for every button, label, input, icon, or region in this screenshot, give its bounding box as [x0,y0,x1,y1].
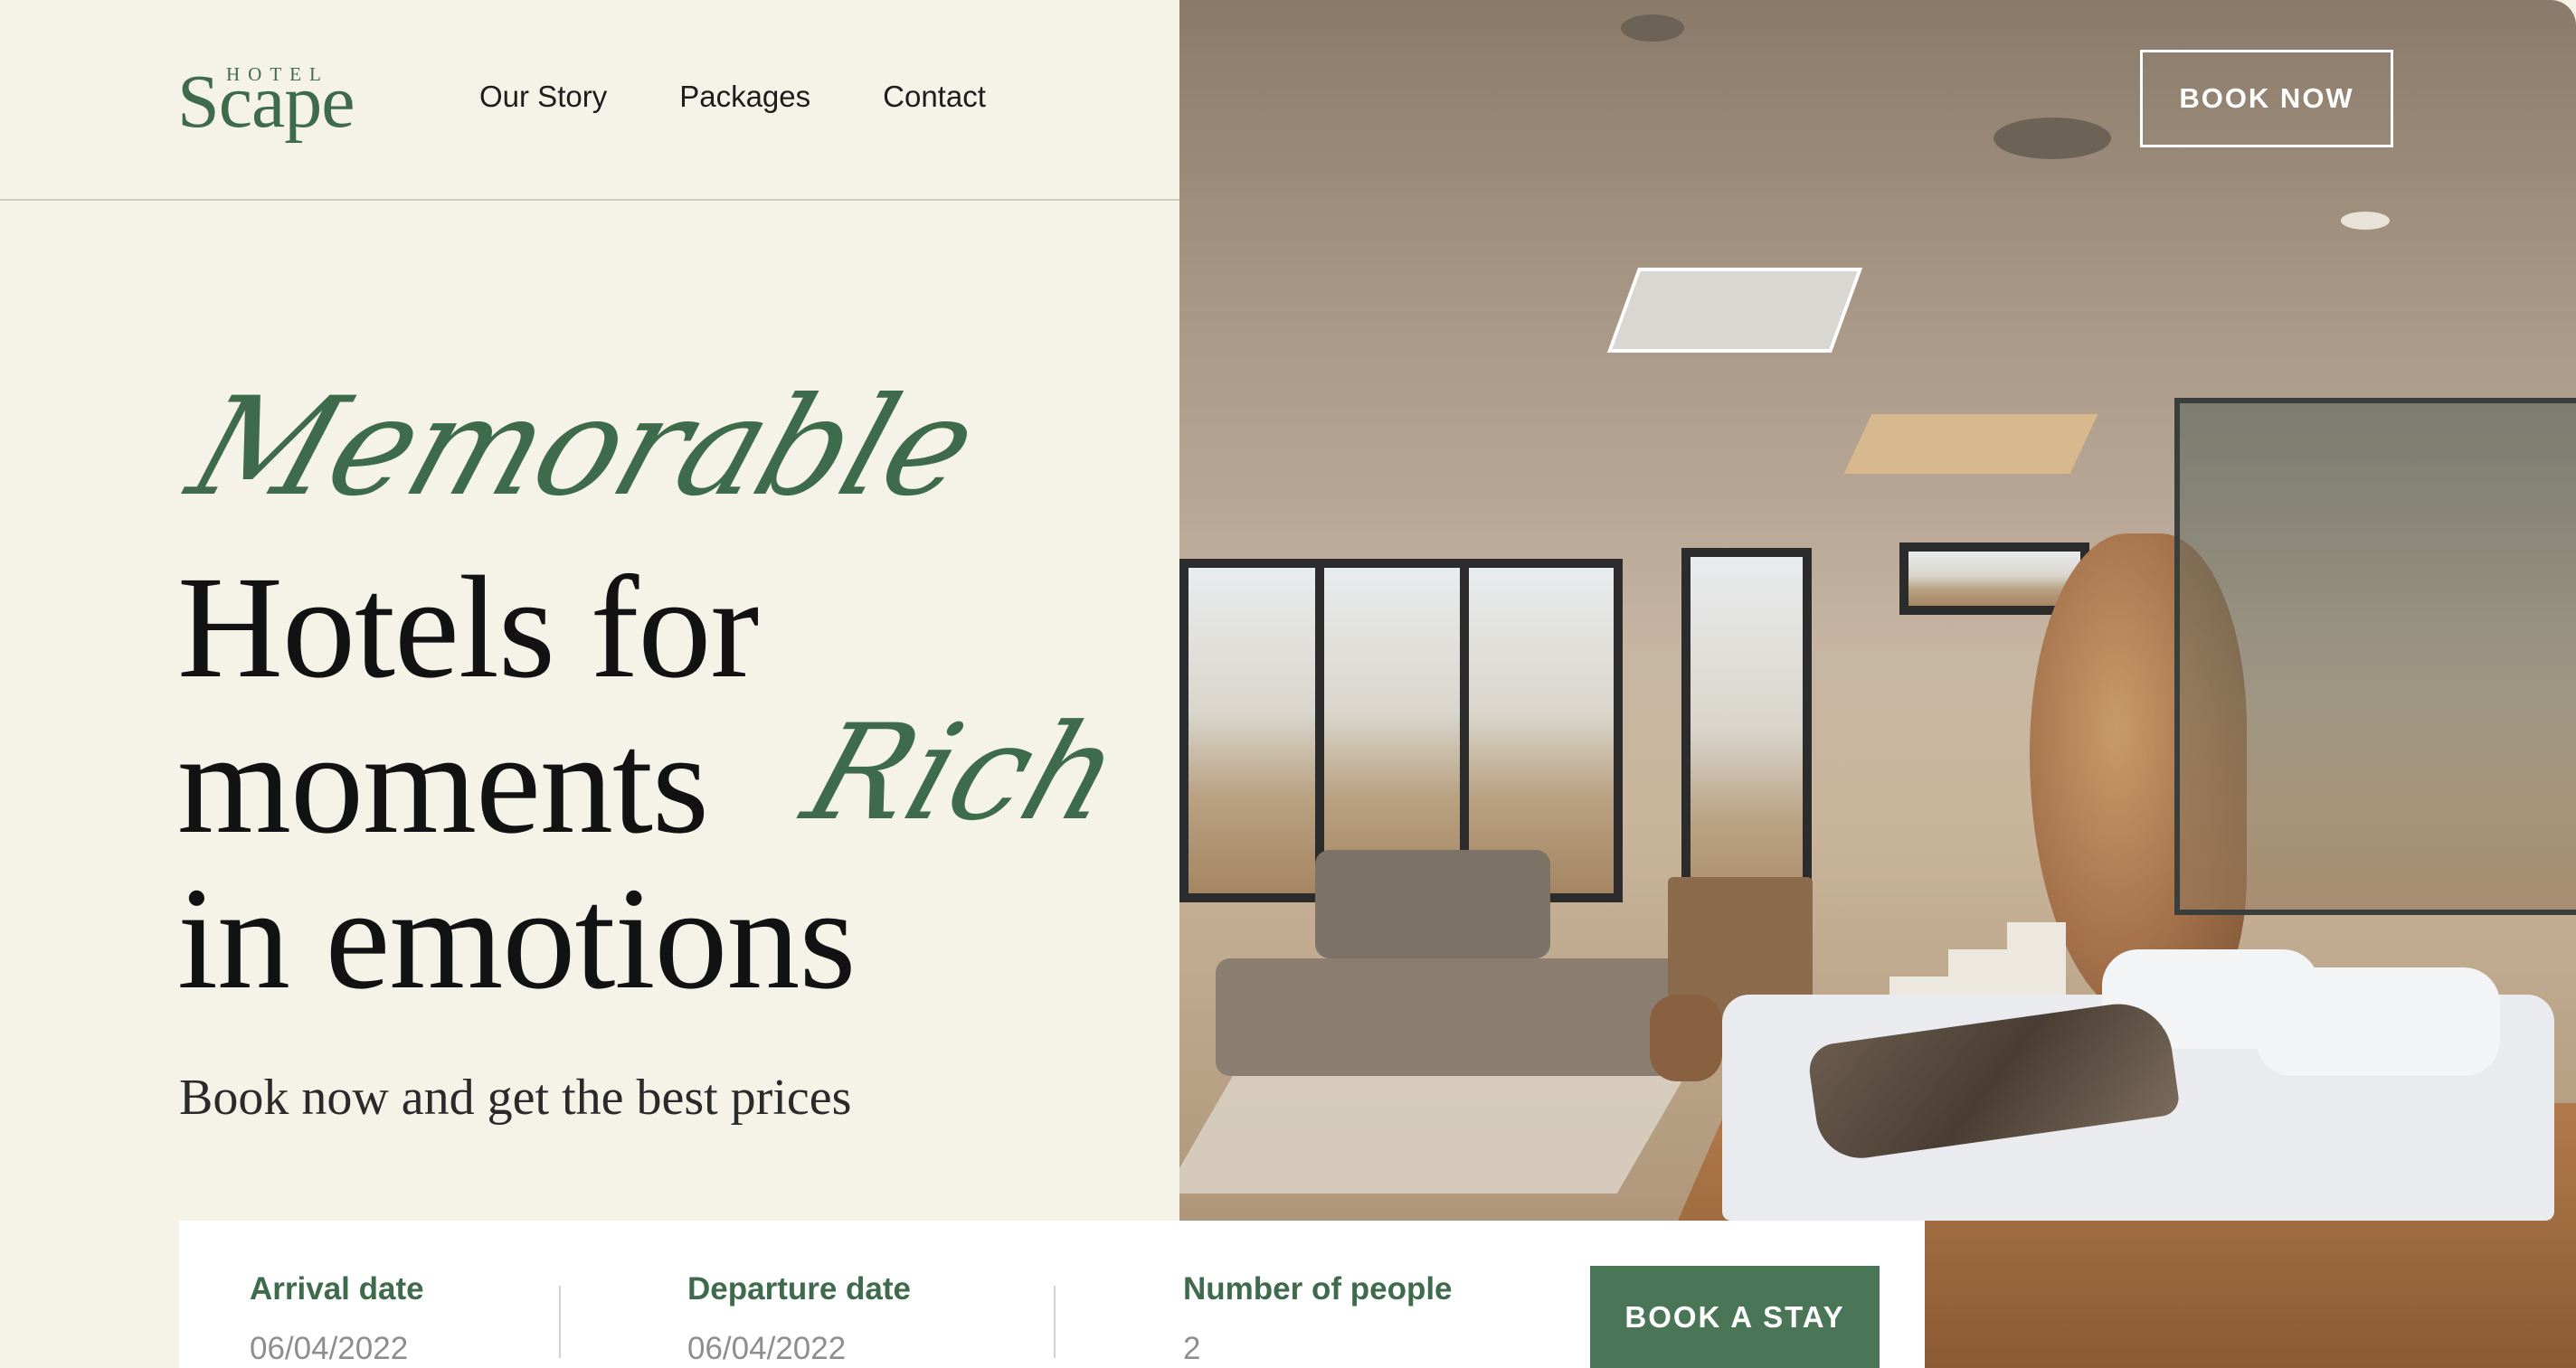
armchair [1315,850,1550,958]
ceiling-light [2341,212,2390,230]
ceiling-vent [1606,268,1863,353]
number-of-people-label: Number of people [1183,1271,1453,1307]
sofa [1216,958,1704,1076]
pillow [2256,967,2500,1076]
glass-enclosure [2174,398,2576,915]
booking-bar: Arrival date 06/04/2022 Departure date 0… [179,1221,1925,1368]
hero-subtitle: Book now and get the best prices [179,1070,852,1126]
book-a-stay-button[interactable]: BOOK A STAY [1590,1266,1880,1368]
nav-item-packages[interactable]: Packages [679,80,810,114]
hero-headline-line-2: moments [177,703,709,864]
book-now-button[interactable]: BOOK NOW [2140,50,2393,147]
hero-script-memorable: Memorable [172,369,993,526]
number-of-people-value[interactable]: 2 [1183,1331,1453,1367]
departure-date-field[interactable]: Departure date 06/04/2022 [687,1271,911,1367]
nav-item-contact[interactable]: Contact [883,80,986,114]
number-of-people-field[interactable]: Number of people 2 [1183,1271,1453,1367]
hotel-room-photo [1179,0,2576,1368]
main-nav: Our Story Packages Contact [479,80,986,114]
ceiling-fixture [1843,414,2098,474]
stump-stool [1650,995,1722,1081]
ceiling-speaker [1994,118,2111,159]
hotel-scape-logo[interactable]: Scape HOTEL [177,60,355,143]
departure-date-value[interactable]: 06/04/2022 [687,1331,911,1367]
hero-text-panel: Scape HOTEL Our Story Packages Contact M… [0,0,1179,1368]
departure-date-label: Departure date [687,1271,912,1307]
hero-script-rich: Rich [788,696,1139,850]
arrival-date-field[interactable]: Arrival date 06/04/2022 [250,1271,424,1367]
field-divider [559,1286,561,1358]
nav-item-our-story[interactable]: Our Story [479,80,607,114]
arrival-date-label: Arrival date [250,1271,424,1307]
logo-tagline: HOTEL [226,63,329,85]
header-divider [0,199,1179,201]
hero-headline-line-3: in emotions [177,858,856,1020]
field-divider [1054,1286,1056,1358]
hero-headline-line-1: Hotels for [177,547,759,709]
arrival-date-value[interactable]: 06/04/2022 [250,1331,424,1367]
ceiling-light [1621,14,1684,42]
